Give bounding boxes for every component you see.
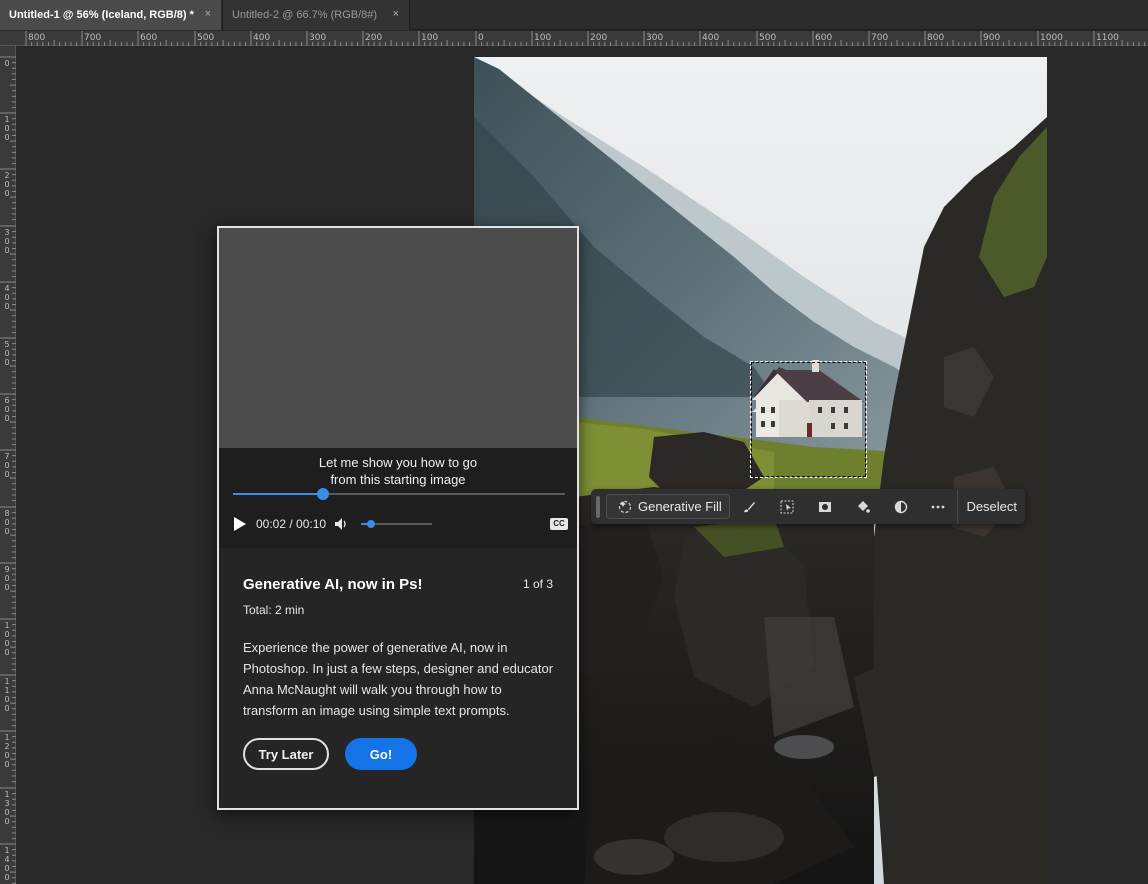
mask-icon[interactable] — [806, 489, 844, 524]
tab-label: Untitled-1 @ 56% (Iceland, RGB/8) * — [9, 9, 194, 21]
ruler-tick-label: 200 — [590, 33, 608, 43]
ruler-tick-label: 400 — [702, 33, 720, 43]
closed-captions-icon[interactable]: CC — [550, 518, 568, 530]
ruler-tick-label: 300 — [646, 33, 664, 43]
total-duration: Total: 2 min — [243, 603, 305, 617]
ruler-tick-label: 800 — [927, 33, 945, 43]
ruler-tick-label: 0 — [4, 59, 10, 68]
video-controls: 00:02 / 00:10 CC — [219, 512, 577, 536]
document-tab-bar: Untitled-1 @ 56% (Iceland, RGB/8) * × Un… — [0, 0, 1148, 30]
generative-fill-button[interactable]: Generative Fill — [606, 494, 730, 519]
ruler-tick-label: 800 — [4, 509, 10, 536]
ruler-tick-label: 1100 — [1096, 33, 1119, 43]
ruler-tick-label: 1300 — [4, 790, 10, 826]
ruler-tick-label: 800 — [28, 33, 46, 43]
try-later-button[interactable]: Try Later — [243, 738, 329, 770]
ruler-tick-label: 500 — [759, 33, 777, 43]
ruler-tick-label: 500 — [197, 33, 215, 43]
progress-handle[interactable] — [316, 488, 329, 500]
select-subject-icon[interactable] — [768, 489, 806, 524]
contextual-task-bar: Generative Fill Deselect — [591, 489, 1025, 524]
ruler-tick-label: 600 — [815, 33, 833, 43]
ruler-tick-label: 1000 — [1040, 33, 1063, 43]
ruler-tick-label: 100 — [421, 33, 439, 43]
generative-fill-label: Generative Fill — [638, 499, 722, 514]
ruler-tick-label: 300 — [309, 33, 327, 43]
ruler-tick-label: 1000 — [4, 621, 10, 657]
ruler-tick-label: 700 — [4, 452, 10, 479]
ruler-tick-label: 100 — [534, 33, 552, 43]
more-options-icon[interactable] — [920, 489, 958, 524]
tutorial-description: Experience the power of generative AI, n… — [243, 640, 554, 718]
volume-icon[interactable] — [334, 516, 350, 532]
video-caption: Let me show you how to go from this star… — [219, 454, 577, 488]
ruler-tick-label: 700 — [84, 33, 102, 43]
video-player[interactable] — [219, 228, 577, 448]
learn-tutorial-dialog: Let me show you how to go from this star… — [217, 226, 579, 810]
go-button[interactable]: Go! — [345, 738, 417, 770]
ruler-tick-label: 1400 — [4, 846, 10, 882]
caption-line: from this starting image — [330, 472, 466, 487]
tutorial-info: Generative AI, now in Ps! 1 of 3 Total: … — [219, 548, 577, 808]
ruler-tick-label: 100 — [4, 115, 10, 142]
ruler-tick-label: 1100 — [4, 677, 10, 713]
ruler-tick-label: 0 — [478, 33, 484, 43]
vertical-ruler[interactable]: 0 100 200 300 400 500 600 700 800 900 1000 1100 1200… — [0, 46, 16, 884]
play-icon[interactable] — [232, 516, 248, 532]
photoshop-window: Untitled-1 @ 56% (Iceland, RGB/8) * × Un… — [0, 0, 1148, 884]
progress-fill — [233, 493, 323, 495]
ruler-tick-label: 1200 — [4, 733, 10, 769]
close-icon[interactable]: × — [393, 8, 399, 20]
caption-line: Let me show you how to go — [318, 455, 478, 470]
tab-label: Untitled-2 @ 66.7% (RGB/8#) — [232, 9, 378, 21]
fill-bucket-icon[interactable] — [844, 489, 882, 524]
ruler-tick-label: 400 — [4, 284, 10, 311]
ruler-tick-label: 700 — [871, 33, 889, 43]
ruler-tick-label: 200 — [365, 33, 383, 43]
brush-refine-icon[interactable] — [730, 489, 768, 524]
ruler-tick-label: 900 — [4, 565, 10, 592]
ruler-tick-label: 600 — [140, 33, 158, 43]
drag-handle[interactable] — [596, 495, 600, 518]
tab-untitled-1[interactable]: Untitled-1 @ 56% (Iceland, RGB/8) * × — [0, 0, 221, 30]
step-counter: 1 of 3 — [522, 577, 553, 591]
video-progress-slider[interactable] — [233, 488, 565, 500]
tab-untitled-2[interactable]: Untitled-2 @ 66.7% (RGB/8#) × — [222, 0, 410, 30]
horizontal-ruler[interactable]: 800 700 600 500 400 300 200 100 0 100 200 300 400 500… — [0, 31, 1148, 46]
volume-handle[interactable] — [366, 520, 375, 528]
adjustment-icon[interactable] — [882, 489, 920, 524]
deselect-button[interactable]: Deselect — [958, 499, 1025, 514]
sparkle-icon — [618, 500, 632, 513]
video-time: 00:02 / 00:10 — [256, 517, 327, 531]
ruler-tick-label: 500 — [4, 340, 10, 367]
ruler-tick-label: 600 — [4, 396, 10, 423]
ruler-tick-label: 900 — [983, 33, 1001, 43]
ruler-tick-label: 200 — [4, 171, 10, 198]
volume-slider[interactable] — [361, 520, 432, 528]
selection-marquee[interactable] — [750, 361, 867, 478]
ruler-tick-label: 300 — [4, 228, 10, 255]
ruler-tick-label: 400 — [253, 33, 271, 43]
close-icon[interactable]: × — [205, 8, 211, 20]
tutorial-title: Generative AI, now in Ps! — [243, 576, 423, 593]
ruler-ticks — [25, 31, 1146, 46]
